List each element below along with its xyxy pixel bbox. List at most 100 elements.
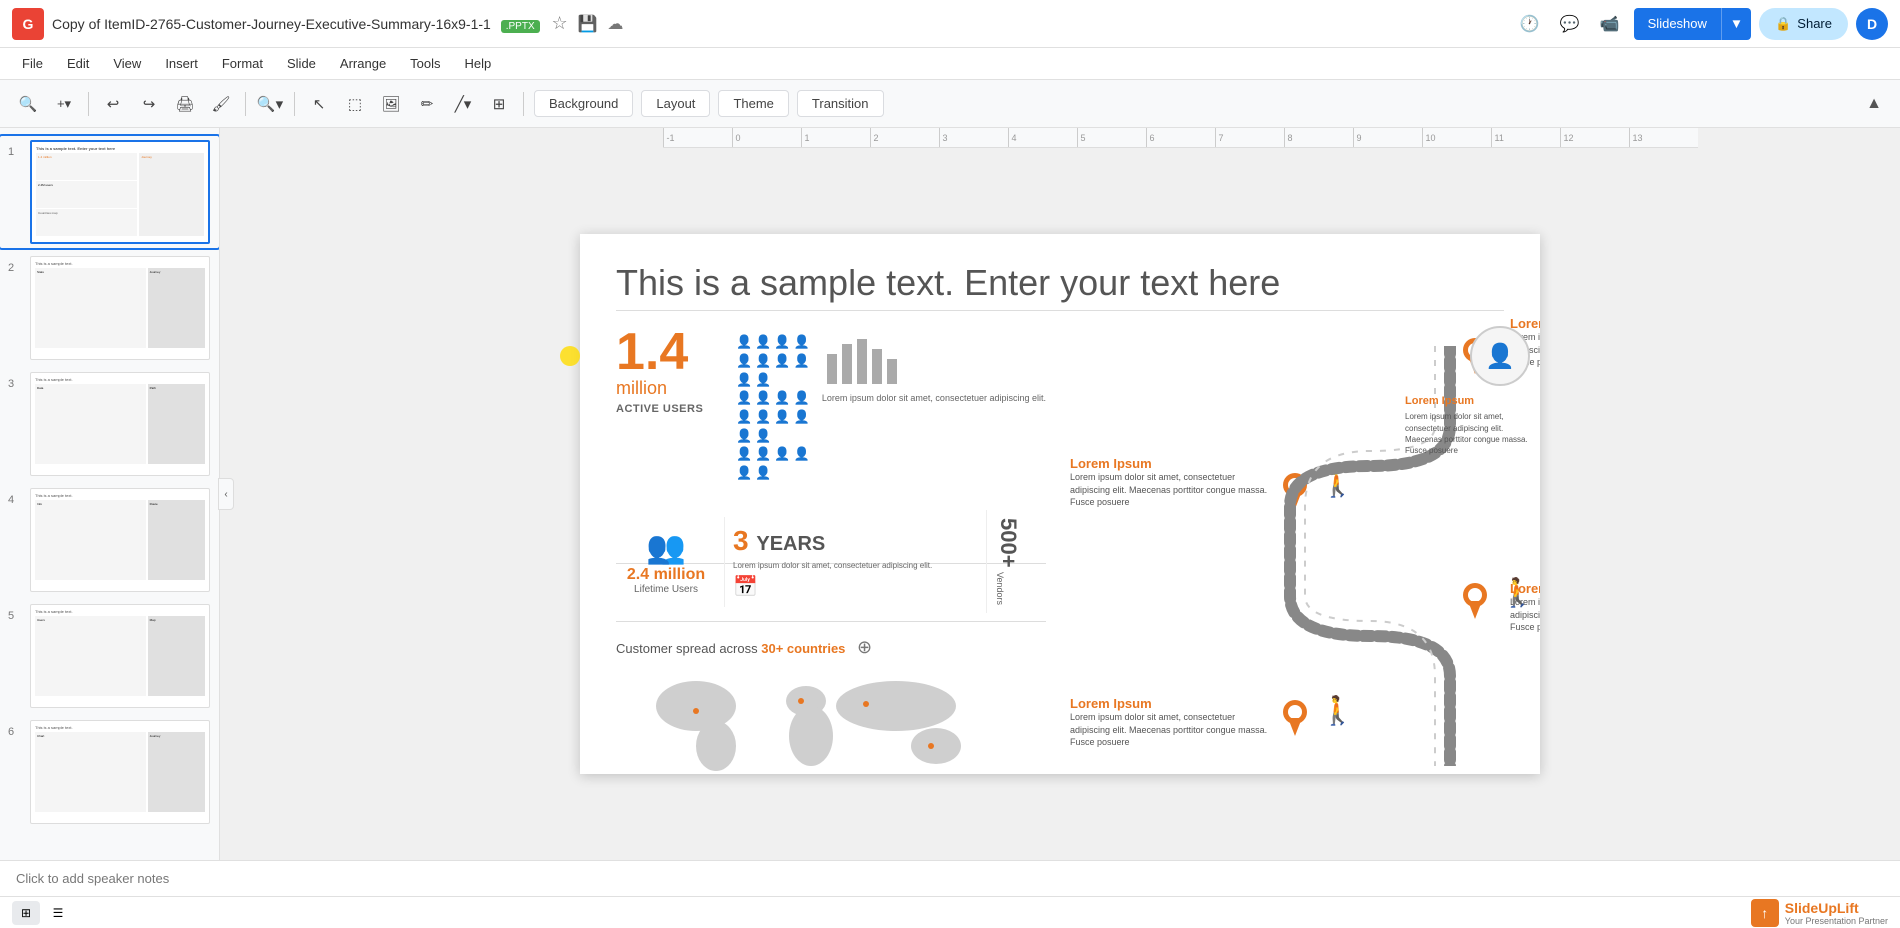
slide-panel: 1 This is a sample text. Enter your text…	[0, 128, 220, 860]
menu-edit[interactable]: Edit	[57, 52, 99, 75]
slide-item-5[interactable]: 5 This is a sample text. Users Map	[0, 600, 219, 712]
redo-button[interactable]: ↪	[133, 88, 165, 120]
save-icon[interactable]: 💾	[578, 16, 598, 33]
journey-item-2: Lorem Ipsum Lorem ipsum dolor sit amet, …	[1070, 456, 1270, 509]
select-box-button[interactable]: ⬚	[339, 88, 371, 120]
notes-placeholder: Click to add speaker notes	[16, 871, 169, 886]
chevron-up-icon[interactable]: ▲	[1860, 90, 1888, 118]
people-icons: 👤 👤 👤 👤 👤 👤 👤 👤 👤 👤 👤	[736, 326, 812, 481]
zoom-in-button[interactable]: +▾	[48, 88, 80, 120]
shapes-button[interactable]: ✏	[411, 88, 443, 120]
slide-item-6[interactable]: 6 This is a sample text. Chart Journey	[0, 716, 219, 828]
menu-tools[interactable]: Tools	[400, 52, 450, 75]
image-button[interactable]: 🖼	[375, 88, 407, 120]
lifetime-number: 2.4 million	[627, 566, 705, 584]
notes-bar[interactable]: Click to add speaker notes	[0, 860, 1900, 896]
ruler-mark: 11	[1491, 128, 1560, 147]
comment-icon[interactable]: 💬	[1554, 8, 1586, 40]
countries-highlight: 30+ countries	[761, 641, 845, 656]
ruler-mark: 3	[939, 128, 1008, 147]
slide-item-4[interactable]: 4 This is a sample text. Info Route	[0, 484, 219, 596]
menu-bar: File Edit View Insert Format Slide Arran…	[0, 48, 1900, 80]
people-row-2: 👤 👤 👤 👤 👤 👤 👤 👤 👤 👤	[736, 390, 812, 444]
list-view-button[interactable]: ☰	[44, 901, 72, 925]
person-icon: 👤	[755, 409, 771, 425]
menu-slide[interactable]: Slide	[277, 52, 326, 75]
menu-file[interactable]: File	[12, 52, 53, 75]
title-bar: G Copy of ItemID-2765-Customer-Journey-E…	[0, 0, 1900, 48]
slide-item-3[interactable]: 3 This is a sample text. Data Path	[0, 368, 219, 480]
slide-title: This is a sample text. Enter your text h…	[616, 262, 1504, 304]
person-icon: 👤	[736, 409, 752, 425]
transition-button[interactable]: Transition	[797, 90, 884, 117]
history-icon[interactable]: 🕐	[1514, 8, 1546, 40]
people-row-1: 👤 👤 👤 👤 👤 👤 👤 👤 👤 👤	[736, 334, 812, 388]
zoom-button[interactable]: 🔍▾	[254, 88, 286, 120]
grid-view-button[interactable]: ⊞	[12, 901, 40, 925]
paint-format-button[interactable]: 🖌	[205, 88, 237, 120]
ruler-mark: 0	[732, 128, 801, 147]
toolbar-separator-4	[523, 92, 524, 116]
lock-icon: 🔒	[1775, 16, 1791, 32]
user-avatar[interactable]: D	[1856, 8, 1888, 40]
person-icon-gray: 👤	[755, 465, 771, 481]
slide-thumb-3[interactable]: This is a sample text. Data Path	[30, 372, 210, 476]
menu-format[interactable]: Format	[212, 52, 273, 75]
select-button[interactable]: ↖	[303, 88, 335, 120]
person-icon: 👤	[755, 428, 771, 444]
slideshow-btn-group: Slideshow ▼	[1634, 8, 1751, 40]
journey-desc-2: Lorem ipsum dolor sit amet, consectetuer…	[1070, 471, 1270, 509]
theme-button[interactable]: Theme	[718, 90, 788, 117]
slideuplift-logo: ↑ SlideUpLift Your Presentation Partner	[1751, 899, 1888, 927]
star-icon[interactable]: ☆	[552, 13, 568, 33]
main-area: 1 This is a sample text. Enter your text…	[0, 128, 1900, 860]
menu-help[interactable]: Help	[455, 52, 502, 75]
person-icon: 👤	[755, 446, 771, 462]
active-users-label: ACTIVE USERS	[616, 403, 726, 415]
slideshow-button[interactable]: Slideshow	[1634, 8, 1721, 40]
slide-thumb-4[interactable]: This is a sample text. Info Route	[30, 488, 210, 592]
panel-toggle[interactable]: ‹	[218, 478, 234, 510]
cloud-icon[interactable]: ☁	[607, 16, 623, 33]
slide-canvas[interactable]: This is a sample text. Enter your text h…	[580, 234, 1540, 774]
ruler-mark: 8	[1284, 128, 1353, 147]
undo-button[interactable]: ↩	[97, 88, 129, 120]
line-button[interactable]: ╱▾	[447, 88, 479, 120]
vendors-number: 500+	[995, 518, 1021, 568]
video-icon[interactable]: 📹	[1594, 8, 1626, 40]
slide-item-2[interactable]: 2 This is a sample text. Stats Journey	[0, 252, 219, 364]
world-map-svg	[616, 666, 1016, 774]
menu-insert[interactable]: Insert	[155, 52, 208, 75]
background-button[interactable]: Background	[534, 90, 633, 117]
textbox-button[interactable]: ⊞	[483, 88, 515, 120]
top-ruler: -1 0 1 2 3 4 5 6 7 8 9 10 11 12 13	[663, 128, 1698, 148]
person-icon: 👤	[736, 446, 752, 462]
share-button[interactable]: 🔒 Share	[1759, 8, 1848, 40]
print-button[interactable]: 🖨	[169, 88, 201, 120]
toolbar-separator-3	[294, 92, 295, 116]
slide-number-3: 3	[8, 372, 24, 390]
journey-title-2: Lorem Ipsum	[1070, 456, 1270, 471]
slide-number-1: 1	[8, 140, 24, 158]
slide-thumb-2[interactable]: This is a sample text. Stats Journey	[30, 256, 210, 360]
vendors-label: Vendors	[995, 572, 1005, 605]
canvas-wrapper[interactable]: This is a sample text. Enter your text h…	[560, 148, 1560, 860]
menu-arrange[interactable]: Arrange	[330, 52, 396, 75]
slide-thumb-5[interactable]: This is a sample text. Users Map	[30, 604, 210, 708]
person-icon: 👤	[794, 390, 810, 406]
lorem-ipsum-card: Lorem Ipsum Lorem ipsum dolor sit amet, …	[1405, 394, 1535, 456]
slide-thumb-1[interactable]: This is a sample text. Enter your text h…	[30, 140, 210, 244]
slideshow-dropdown-button[interactable]: ▼	[1721, 8, 1751, 40]
ruler-mark: 13	[1629, 128, 1698, 147]
menu-view[interactable]: View	[103, 52, 151, 75]
search-button[interactable]: 🔍	[12, 88, 44, 120]
person-icon: 👤	[794, 409, 810, 425]
doc-title: Copy of ItemID-2765-Customer-Journey-Exe…	[52, 13, 1506, 34]
person-icon: 👤	[774, 334, 790, 350]
active-users-stat: 1.4 million ACTIVE USERS	[616, 326, 726, 415]
years-number: 3	[733, 525, 756, 556]
layout-button[interactable]: Layout	[641, 90, 710, 117]
years-desc: Lorem ipsum dolor sit amet, consectetuer…	[733, 561, 970, 570]
slide-item-1[interactable]: 1 This is a sample text. Enter your text…	[0, 136, 219, 248]
slide-thumb-6[interactable]: This is a sample text. Chart Journey	[30, 720, 210, 824]
